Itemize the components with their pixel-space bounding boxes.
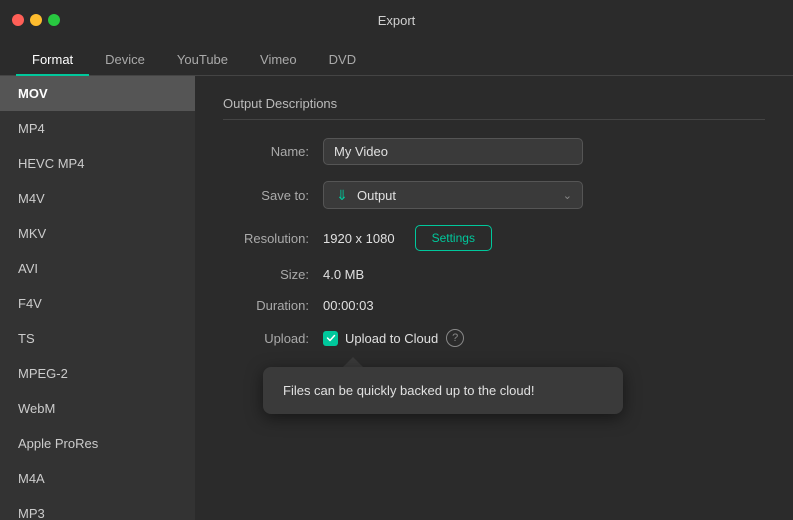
checkmark-icon (326, 333, 336, 343)
tooltip-arrow (343, 357, 363, 367)
sidebar-item-avi[interactable]: AVI (0, 251, 195, 286)
content-area: Output Descriptions Name: Save to: ⇓ Out… (195, 76, 793, 520)
upload-to-cloud-checkbox[interactable]: Upload to Cloud (323, 331, 438, 346)
close-button[interactable] (12, 14, 24, 26)
checkbox-checked (323, 331, 338, 346)
tooltip-box: Files can be quickly backed up to the cl… (263, 367, 623, 414)
size-row: Size: 4.0 MB (223, 267, 765, 282)
sidebar-item-hevc-mp4[interactable]: HEVC MP4 (0, 146, 195, 181)
sidebar-item-m4a[interactable]: M4A (0, 461, 195, 496)
save-to-left: ⇓ Output (334, 187, 396, 203)
tab-device[interactable]: Device (89, 44, 161, 75)
traffic-lights (12, 14, 60, 26)
sidebar-item-mkv[interactable]: MKV (0, 216, 195, 251)
maximize-button[interactable] (48, 14, 60, 26)
save-to-label: Save to: (223, 188, 323, 203)
resolution-row: Resolution: 1920 x 1080 Settings (223, 225, 765, 251)
upload-to-cloud-label: Upload to Cloud (345, 331, 438, 346)
sidebar: MOV MP4 HEVC MP4 M4V MKV AVI F4V TS MPEG… (0, 76, 195, 520)
size-value: 4.0 MB (323, 267, 364, 282)
help-icon[interactable]: ? (446, 329, 464, 347)
window-title: Export (378, 13, 416, 28)
sidebar-item-mp3[interactable]: MP3 (0, 496, 195, 520)
title-bar: Export (0, 0, 793, 40)
size-label: Size: (223, 267, 323, 282)
resolution-value: 1920 x 1080 (323, 231, 395, 246)
name-row: Name: (223, 138, 765, 165)
sidebar-item-apple-prores[interactable]: Apple ProRes (0, 426, 195, 461)
section-title: Output Descriptions (223, 96, 765, 120)
duration-row: Duration: 00:00:03 (223, 298, 765, 313)
upload-label: Upload: (223, 331, 323, 346)
tab-dvd[interactable]: DVD (313, 44, 372, 75)
main-layout: MOV MP4 HEVC MP4 M4V MKV AVI F4V TS MPEG… (0, 76, 793, 520)
sidebar-item-mov[interactable]: MOV (0, 76, 195, 111)
resolution-label: Resolution: (223, 231, 323, 246)
download-icon: ⇓ (334, 187, 350, 203)
name-input[interactable] (323, 138, 583, 165)
sidebar-item-webm[interactable]: WebM (0, 391, 195, 426)
upload-row: Upload: Upload to Cloud ? Files can (223, 329, 765, 347)
settings-button[interactable]: Settings (415, 225, 492, 251)
save-to-dropdown[interactable]: ⇓ Output ⌄ (323, 181, 583, 209)
tab-vimeo[interactable]: Vimeo (244, 44, 313, 75)
duration-label: Duration: (223, 298, 323, 313)
sidebar-item-f4v[interactable]: F4V (0, 286, 195, 321)
tooltip: Files can be quickly backed up to the cl… (263, 357, 623, 414)
minimize-button[interactable] (30, 14, 42, 26)
sidebar-item-m4v[interactable]: M4V (0, 181, 195, 216)
name-label: Name: (223, 144, 323, 159)
duration-value: 00:00:03 (323, 298, 374, 313)
tab-youtube[interactable]: YouTube (161, 44, 244, 75)
tab-format[interactable]: Format (16, 44, 89, 75)
save-to-value: Output (357, 188, 396, 203)
chevron-down-icon: ⌄ (563, 189, 572, 202)
sidebar-item-mpeg2[interactable]: MPEG-2 (0, 356, 195, 391)
sidebar-item-mp4[interactable]: MP4 (0, 111, 195, 146)
save-to-row: Save to: ⇓ Output ⌄ (223, 181, 765, 209)
tab-bar: Format Device YouTube Vimeo DVD (0, 40, 793, 76)
sidebar-item-ts[interactable]: TS (0, 321, 195, 356)
